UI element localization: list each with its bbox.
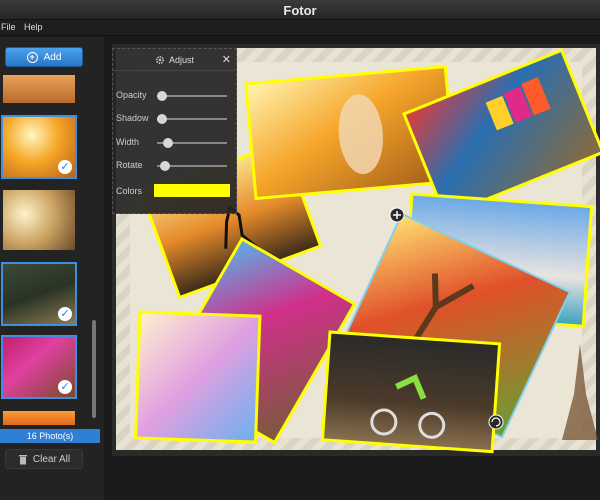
add-button-label: Add	[43, 51, 62, 63]
add-icon: +	[26, 51, 38, 63]
photo-count: 16 Photo(s)	[0, 429, 100, 443]
opacity-slider[interactable]	[157, 91, 227, 101]
photo-thumbnail-1[interactable]	[3, 75, 75, 103]
clear-all-button[interactable]: Clear All	[5, 449, 83, 469]
rotate-label: Rotate	[116, 160, 143, 170]
colors-label: Colors	[116, 186, 143, 196]
menu-file[interactable]: File	[1, 22, 16, 32]
width-slider-knob[interactable]	[163, 138, 173, 148]
rotate-slider[interactable]	[157, 161, 227, 171]
width-label: Width	[116, 137, 140, 147]
title-bar: Fotor	[0, 0, 600, 20]
adjust-panel: Adjust ✕ Opacity Shadow Width Rotate Col…	[112, 48, 237, 214]
trash-icon	[18, 454, 27, 464]
photo-thumbnail-6[interactable]	[3, 411, 75, 425]
border-color-swatch[interactable]	[154, 184, 230, 197]
width-slider[interactable]	[157, 138, 227, 148]
window-title: Fotor	[283, 3, 317, 18]
shadow-label: Shadow	[116, 113, 149, 123]
add-button[interactable]: + Add	[5, 47, 83, 67]
rotate-slider-knob[interactable]	[160, 161, 170, 171]
selected-check-icon: ✓	[58, 160, 72, 174]
sidebar-scrollbar[interactable]	[92, 320, 96, 418]
menu-help[interactable]: Help	[24, 22, 43, 32]
adjust-panel-header: Adjust	[113, 49, 236, 71]
opacity-slider-knob[interactable]	[157, 91, 167, 101]
bottom-bar	[104, 462, 600, 500]
opacity-label: Opacity	[116, 90, 147, 100]
menu-bar: File Help	[0, 20, 600, 36]
adjust-panel-title: Adjust	[168, 54, 194, 65]
photo-thumbnail-2[interactable]: ✓	[1, 115, 77, 179]
photo-sidebar: + Add ✓ ✓ ✓ 16 Photo(s) Clear All	[0, 37, 104, 500]
clear-all-label: Clear All	[32, 453, 71, 465]
shadow-slider-knob[interactable]	[157, 114, 167, 124]
photo-thumbnail-5[interactable]: ✓	[1, 335, 77, 399]
gear-icon	[155, 55, 164, 64]
photo-thumbnail-3[interactable]	[3, 190, 75, 250]
selected-check-icon: ✓	[58, 307, 72, 321]
photo-thumbnail-4[interactable]: ✓	[1, 262, 77, 326]
close-icon[interactable]: ✕	[222, 53, 231, 66]
shadow-slider[interactable]	[157, 114, 227, 124]
selected-check-icon: ✓	[58, 380, 72, 394]
